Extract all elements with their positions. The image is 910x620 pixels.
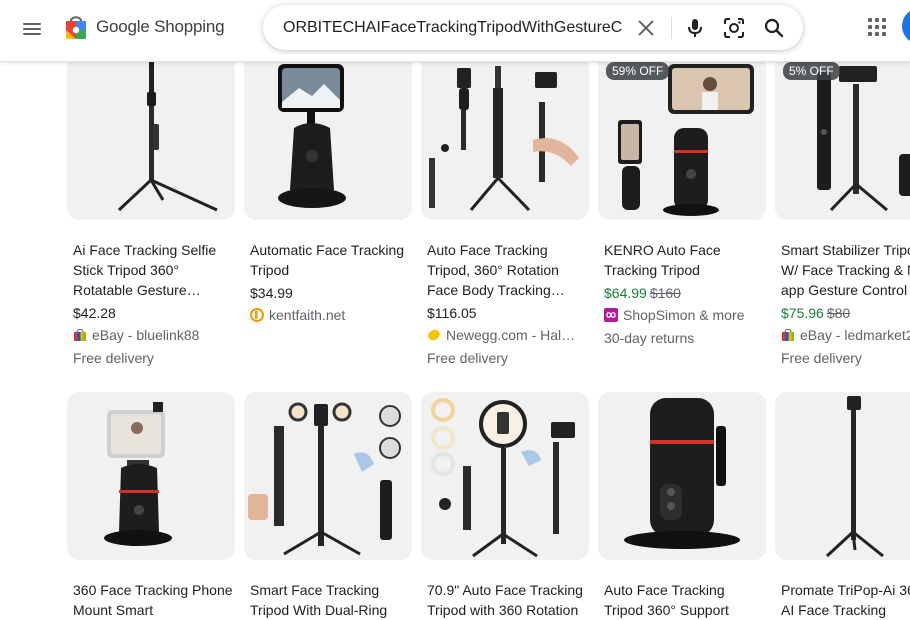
product-title[interactable]: Ai Face Tracking Selfie Stick Tripod 360… bbox=[73, 240, 233, 300]
product-title[interactable]: Smart Face Tracking Tripod With Dual-Rin… bbox=[250, 580, 410, 620]
google-apps-icon[interactable] bbox=[866, 16, 888, 38]
product-image[interactable] bbox=[67, 62, 235, 220]
newegg-icon bbox=[428, 329, 440, 341]
kenro-tracking-tripod-image bbox=[618, 64, 754, 216]
product-title[interactable]: 360 Face Tracking Phone Mount Smart bbox=[73, 580, 233, 620]
product-price: $116.05 bbox=[427, 305, 477, 321]
selfie-stick-tripod-image bbox=[117, 62, 218, 212]
main-menu-icon[interactable] bbox=[20, 17, 44, 41]
product-price: $75.96 $80 bbox=[781, 305, 851, 321]
product-title[interactable]: KENRO Auto Face Tracking Tripod bbox=[604, 240, 764, 280]
dual-ring-tripod-image bbox=[248, 402, 401, 556]
product-image[interactable] bbox=[421, 392, 589, 560]
discount-badge: 5% OFF bbox=[783, 62, 840, 80]
product-title[interactable]: Automatic Face Tracking Tripod bbox=[250, 240, 410, 280]
phone-mount-image bbox=[104, 402, 172, 546]
product-image[interactable]: 5% OFF bbox=[775, 62, 910, 220]
promate-tripod-image bbox=[825, 396, 884, 558]
product-price: $64.99 $160 bbox=[604, 285, 681, 301]
ring-light-tripod-image bbox=[431, 398, 575, 558]
product-title[interactable]: Smart Stabilizer Tripod W/ Face Tracking… bbox=[781, 240, 910, 300]
product-image[interactable] bbox=[244, 62, 412, 220]
ebay-bag-icon bbox=[74, 328, 86, 341]
product-title[interactable]: Auto Face Tracking Tripod, 360° Rotation… bbox=[427, 240, 587, 300]
returns-info: 30-day returns bbox=[604, 330, 695, 346]
search-bar bbox=[263, 5, 803, 50]
product-image[interactable] bbox=[421, 62, 589, 220]
search-input[interactable] bbox=[283, 5, 623, 50]
account-avatar[interactable] bbox=[902, 8, 910, 44]
seller-link[interactable]: ShopSimon & more bbox=[604, 304, 764, 326]
product-image[interactable] bbox=[244, 392, 412, 560]
search-icon[interactable] bbox=[762, 16, 786, 40]
google-shopping-logo[interactable]: Google Shopping bbox=[64, 12, 225, 42]
product-image[interactable] bbox=[67, 392, 235, 560]
kentfaith-icon bbox=[250, 308, 264, 322]
product-image[interactable] bbox=[598, 392, 766, 560]
product-image[interactable] bbox=[775, 392, 910, 560]
rotating-tripod-set-image bbox=[429, 66, 579, 212]
clear-search-icon[interactable] bbox=[635, 17, 657, 39]
delivery-info: Free delivery bbox=[781, 350, 862, 366]
top-bar: Google Shopping bbox=[0, 0, 910, 62]
seller-link[interactable]: kentfaith.net bbox=[250, 304, 410, 326]
product-title[interactable]: Promate TriPop-Ai 360° AI Face Tracking bbox=[781, 580, 910, 620]
product-title[interactable]: Auto Face Tracking Tripod 360° Support bbox=[604, 580, 764, 620]
delivery-info: Free delivery bbox=[73, 350, 154, 366]
microphone-icon[interactable] bbox=[683, 16, 707, 40]
shopping-bag-logo-icon bbox=[66, 16, 86, 39]
shopsimon-icon bbox=[604, 308, 618, 322]
google-lens-icon[interactable] bbox=[722, 16, 746, 40]
product-price: $34.99 bbox=[250, 285, 293, 301]
discount-badge: 59% OFF bbox=[606, 62, 670, 80]
support-tripod-image bbox=[624, 398, 740, 549]
seller-link[interactable]: Newegg.com - Hal… bbox=[427, 324, 587, 346]
face-tracking-tripod-image bbox=[278, 64, 346, 208]
seller-link[interactable]: eBay - ledmarket2 bbox=[781, 324, 910, 346]
ebay-bag-icon bbox=[782, 328, 794, 341]
smart-stabilizer-tripod-image bbox=[817, 66, 910, 212]
product-image[interactable]: 59% OFF bbox=[598, 62, 766, 220]
seller-link[interactable]: eBay - bluelink88 bbox=[73, 324, 233, 346]
product-price: $42.28 bbox=[73, 305, 116, 321]
product-title[interactable]: 70.9" Auto Face Tracking Tripod with 360… bbox=[427, 580, 587, 620]
logo-text: Google Shopping bbox=[96, 17, 225, 36]
delivery-info: Free delivery bbox=[427, 350, 508, 366]
search-divider bbox=[671, 17, 672, 39]
